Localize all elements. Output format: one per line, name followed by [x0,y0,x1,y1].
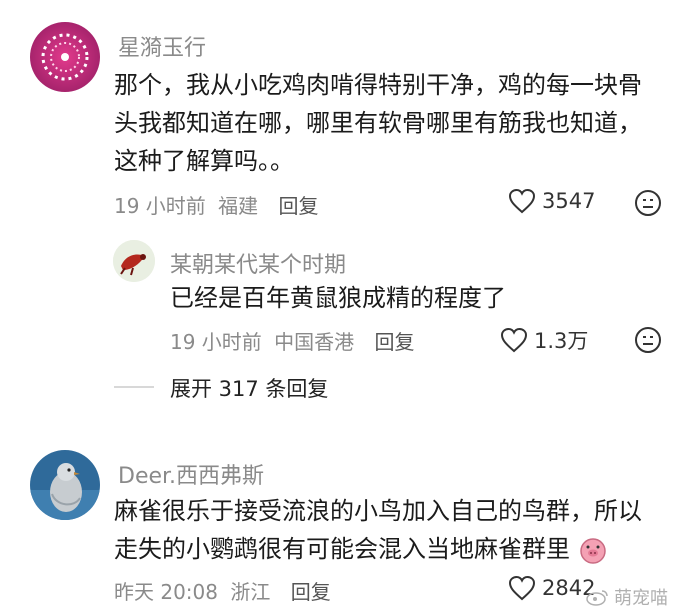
heart-icon [508,188,536,214]
like-button[interactable]: 1.3万 [500,325,588,355]
heart-icon [500,327,528,353]
comment-location: 浙江 [230,580,271,604]
watermark-text: 萌宠喵 [614,588,668,609]
expand-replies-button[interactable]: 展开 317 条回复 [170,373,328,403]
like-count: 1.3万 [534,329,589,353]
like-button[interactable]: 3547 [508,188,595,214]
watermark: 萌宠喵 [586,584,668,610]
weasel-avatar-icon [113,240,155,282]
comment-text: 麻雀很乐于接受流浪的小鸟加入自己的鸟群，所以走失的小鹦鹉很有可能会混入当地麻雀群… [114,497,642,563]
comment-text: 那个，我从小吃鸡肉啃得特别干净，鸡的每一块骨头我都知道在哪，哪里有软骨哪里有筋我… [114,71,642,175]
reply-meta: 19 小时前 中国香港 回复 [170,326,415,355]
comment-meta: 19 小时前 福建 回复 [114,190,319,219]
comment-meta: 昨天 20:08 浙江 回复 [114,576,331,605]
user-avatar-icon [30,22,100,92]
dislike-face-icon[interactable] [634,326,662,354]
comment-time: 昨天 20:08 [114,580,218,604]
like-button[interactable]: 2842 [508,575,595,601]
weibo-logo-icon [586,590,608,606]
reply-text: 已经是百年黄鼠狼成精的程度了 [170,284,506,312]
reply-button[interactable]: 回复 [291,580,331,604]
avatar[interactable] [30,450,100,520]
expand-divider [114,386,154,388]
dislike-face-icon[interactable] [634,189,662,217]
comment-time: 19 小时前 [114,194,206,218]
comment-username[interactable]: Deer.西西弗斯 [118,458,264,490]
reply-button[interactable]: 回复 [279,194,319,218]
reply-time: 19 小时前 [170,330,262,354]
reply-location: 中国香港 [274,330,355,354]
avatar[interactable] [30,22,100,92]
avatar[interactable] [113,240,155,282]
like-count: 3547 [542,189,596,213]
pigeon-avatar-icon [30,450,100,520]
heart-icon [508,575,536,601]
reply-username[interactable]: 某朝某代某个时期 [170,247,346,279]
pig-emoji-icon [578,536,608,566]
comment-location: 福建 [218,194,259,218]
reply-button[interactable]: 回复 [375,330,415,354]
comment-username[interactable]: 星漪玉行 [118,30,206,62]
